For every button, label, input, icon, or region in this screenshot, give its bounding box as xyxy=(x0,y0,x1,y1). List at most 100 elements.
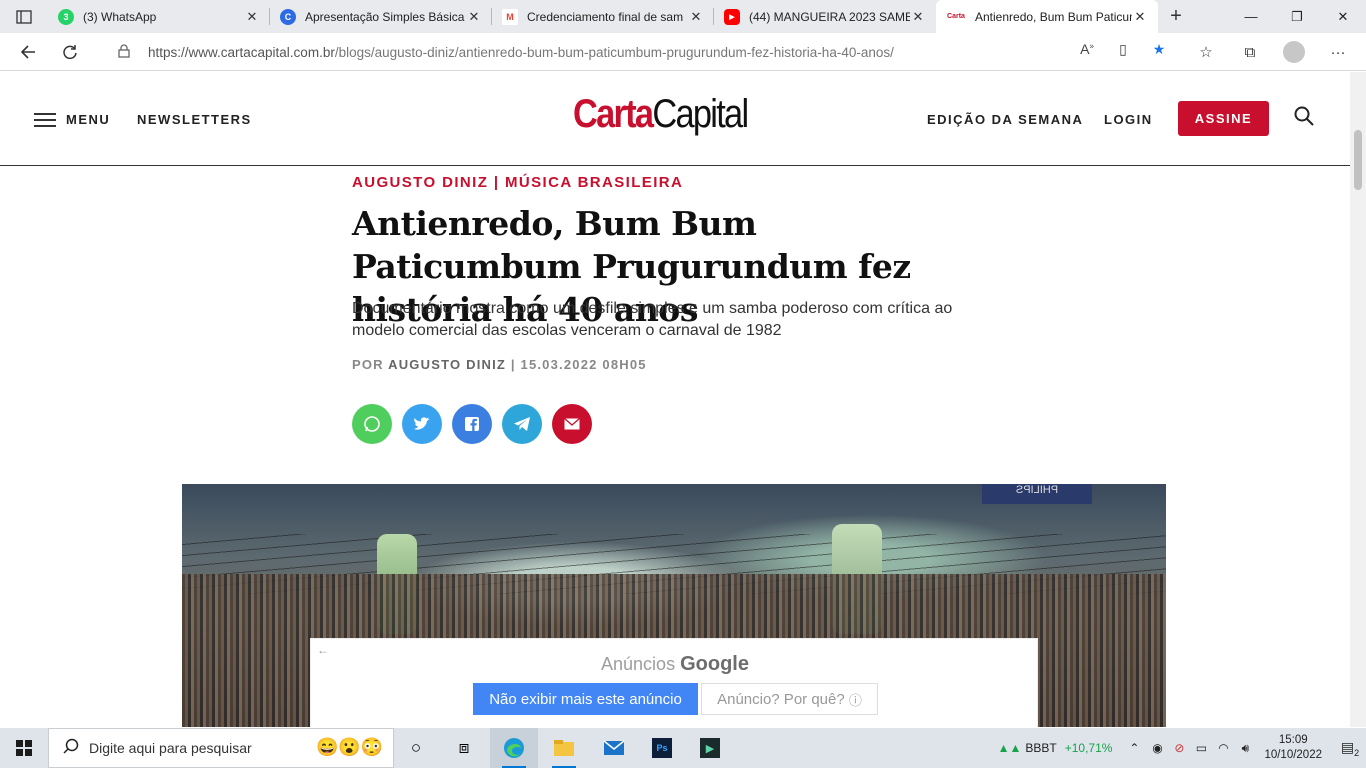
article-subtitle: Documentário mostra como um desfile simp… xyxy=(352,300,953,339)
tab-actions-button[interactable] xyxy=(0,0,48,33)
info-icon: ⓘ xyxy=(848,692,862,708)
tab-close-icon[interactable]: ✕ xyxy=(1132,9,1148,25)
clock-time: 15:09 xyxy=(1278,734,1308,746)
share-facebook-button[interactable] xyxy=(452,404,492,444)
system-tray: ▲▲ BBBT +10,71% ⌃ ◉ ⊘ ▭ ◠ 🔊︎ 15:09 10/10… xyxy=(998,728,1366,768)
facebook-icon xyxy=(465,417,479,431)
whatsapp-icon xyxy=(364,416,380,432)
task-view-icon[interactable]: ⧈ xyxy=(440,728,488,768)
restore-button[interactable]: ❐ xyxy=(1274,0,1320,33)
logo-black-text: Capital xyxy=(652,92,749,136)
collections-icon[interactable]: ⧉ xyxy=(1228,44,1272,61)
share-whatsapp-button[interactable] xyxy=(352,404,392,444)
url-input[interactable]: https://www.cartacapital.com.br/blogs/au… xyxy=(100,37,1174,67)
article-byline: POR AUGUSTO DINIZ | 15.03.2022 08H05 xyxy=(352,357,647,372)
article-kicker[interactable]: AUGUSTO DINIZ | MÚSICA BRASILEIRA xyxy=(352,174,683,191)
stock-symbol: BBBT xyxy=(1025,741,1057,755)
email-icon xyxy=(564,418,580,430)
stock-up-icon: ▲▲ xyxy=(997,741,1022,755)
stock-widget[interactable]: ▲▲ BBBT +10,71% xyxy=(998,741,1113,755)
tab-close-icon[interactable]: ✕ xyxy=(688,9,704,25)
twitter-icon xyxy=(414,417,430,430)
network-warning-icon[interactable]: ⊘ xyxy=(1168,741,1190,755)
camera-icon[interactable]: ◉ xyxy=(1146,741,1168,755)
show-hidden-icons-chevron-icon[interactable]: ⌃ xyxy=(1122,741,1146,755)
edge-taskbar-icon[interactable] xyxy=(490,728,538,768)
assine-button[interactable]: ASSINE xyxy=(1178,101,1269,136)
cortana-icon[interactable]: ○ xyxy=(392,728,440,768)
favorite-star-icon[interactable]: ★ xyxy=(1148,41,1170,58)
whatsapp-favicon-icon: 3 xyxy=(58,8,74,25)
tab-apresentacao[interactable]: C Apresentação Simples Básica ✕ xyxy=(270,0,492,33)
web-page: MENU NEWSLETTERS CartaCapital EDIÇÃO DA … xyxy=(0,72,1350,727)
back-arrow-icon xyxy=(20,44,35,59)
tab-title: Antienredo, Bum Bum Paticum xyxy=(975,9,1132,24)
tab-title: Apresentação Simples Básica xyxy=(305,9,465,24)
browser-tab-bar: 3 (3) WhatsApp ✕ C Apresentação Simples … xyxy=(0,0,1366,33)
edicao-da-semana-link[interactable]: EDIÇÃO DA SEMANA xyxy=(927,112,1083,127)
mail-icon[interactable] xyxy=(590,728,638,768)
tab-close-icon[interactable]: ✕ xyxy=(910,9,926,25)
why-ad-button[interactable]: Anúncio? Por quê? ⓘ xyxy=(701,683,878,715)
volume-icon[interactable]: 🔊︎ xyxy=(1234,741,1256,756)
tab-youtube[interactable]: ▶ (44) MANGUEIRA 2023 SAMB ✕ xyxy=(714,0,936,33)
file-explorer-icon[interactable] xyxy=(540,728,588,768)
tab-title: Credenciamento final de sam xyxy=(527,9,684,24)
clock-date: 10/10/2022 xyxy=(1264,749,1322,761)
taskbar-search-icon xyxy=(63,738,79,758)
tab-close-icon[interactable]: ✕ xyxy=(244,9,260,25)
address-bar: https://www.cartacapital.com.br/blogs/au… xyxy=(0,33,1366,71)
lock-icon xyxy=(118,43,136,61)
search-highlight-emoji-icon[interactable]: 😄😮😳 xyxy=(316,737,383,758)
byline-prefix: POR xyxy=(352,357,384,372)
system-clock[interactable]: 15:09 10/10/2022 xyxy=(1264,733,1322,763)
more-options-icon[interactable]: ··· xyxy=(1316,44,1360,61)
login-link[interactable]: LOGIN xyxy=(1104,112,1153,127)
video-editor-icon[interactable]: ▶ xyxy=(686,728,734,768)
tab-title: (3) WhatsApp xyxy=(83,9,157,24)
google-ad-overlay: ← Anúncios Google Não exibir mais este a… xyxy=(310,638,1038,727)
url-actions: A» ▯ ★ xyxy=(1076,41,1170,58)
cartacapital-favicon-icon: Carta xyxy=(946,8,966,25)
share-twitter-button[interactable] xyxy=(402,404,442,444)
photoshop-icon[interactable]: Ps xyxy=(638,728,686,768)
back-button[interactable] xyxy=(7,33,49,71)
telegram-icon xyxy=(514,417,530,431)
taskbar-search-placeholder: Digite aqui para pesquisar xyxy=(89,740,252,756)
notification-center-icon[interactable]: ▤2 xyxy=(1334,739,1366,758)
menu-button[interactable]: MENU xyxy=(34,112,110,127)
scrollbar-thumb[interactable] xyxy=(1354,130,1362,190)
search-icon[interactable] xyxy=(1294,106,1316,128)
favorites-icon[interactable]: ☆ xyxy=(1184,43,1228,61)
new-tab-button[interactable]: + xyxy=(1158,0,1194,33)
why-ad-label: Anúncio? Por quê? xyxy=(717,690,845,708)
byline-author[interactable]: AUGUSTO DINIZ xyxy=(388,357,506,372)
share-email-button[interactable] xyxy=(552,404,592,444)
ad-title: Anúncios Google xyxy=(311,653,1039,676)
page-scrollbar[interactable] xyxy=(1350,72,1366,727)
site-header: MENU NEWSLETTERS CartaCapital EDIÇÃO DA … xyxy=(0,72,1350,166)
newsletters-link[interactable]: NEWSLETTERS xyxy=(137,112,252,127)
canva-favicon-icon: C xyxy=(280,8,296,25)
stock-change: +10,71% xyxy=(1064,741,1113,755)
minimize-button[interactable]: — xyxy=(1228,0,1274,33)
tab-cartacapital[interactable]: Carta Antienredo, Bum Bum Paticum ✕ xyxy=(936,0,1158,33)
share-telegram-button[interactable] xyxy=(502,404,542,444)
reload-icon xyxy=(63,44,77,59)
wifi-icon[interactable]: ◠ xyxy=(1212,741,1234,755)
start-button[interactable] xyxy=(0,728,48,768)
read-aloud-icon[interactable]: A» xyxy=(1076,41,1098,58)
byline-date: 15.03.2022 08H05 xyxy=(520,357,647,372)
browser-toolbar: ☆ ⧉ ··· xyxy=(1184,37,1360,67)
reload-button[interactable] xyxy=(49,33,91,71)
battery-icon[interactable]: ▭ xyxy=(1190,741,1212,755)
tab-gmail[interactable]: M Credenciamento final de sam ✕ xyxy=(492,0,714,33)
stop-ad-button[interactable]: Não exibir mais este anúncio xyxy=(473,683,698,715)
profile-avatar[interactable] xyxy=(1272,41,1316,63)
tab-whatsapp[interactable]: 3 (3) WhatsApp ✕ xyxy=(48,0,270,33)
close-window-button[interactable]: ✕ xyxy=(1320,0,1366,33)
tab-close-icon[interactable]: ✕ xyxy=(466,9,482,25)
url-host: https://www.cartacapital.com.br xyxy=(148,44,335,60)
site-logo[interactable]: CartaCapital xyxy=(573,92,749,137)
reading-view-icon[interactable]: ▯ xyxy=(1112,41,1134,58)
